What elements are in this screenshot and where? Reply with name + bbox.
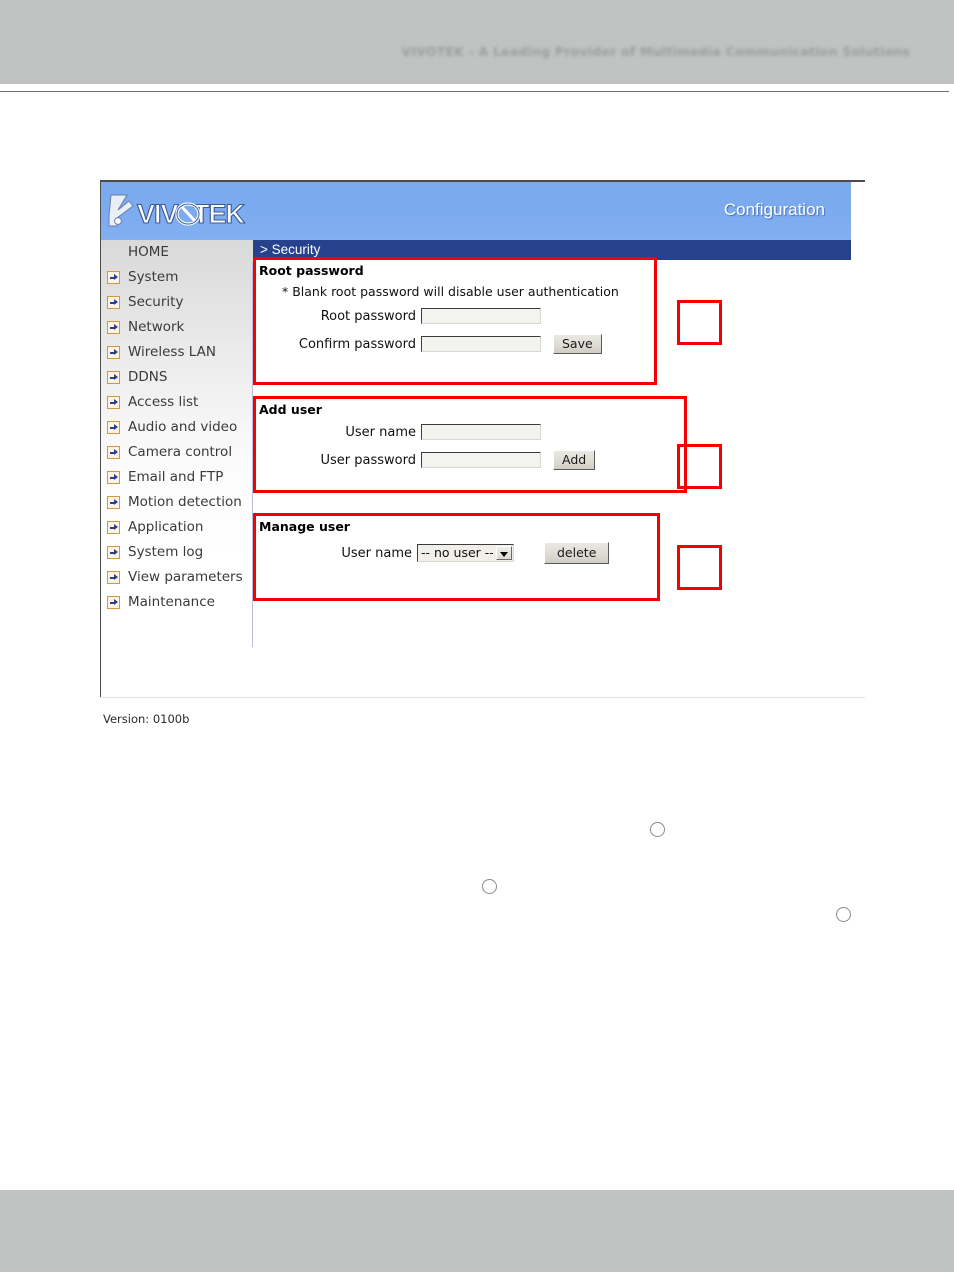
add-user-name-input[interactable] xyxy=(421,424,541,440)
sidebar-item-camera-control[interactable]: Camera control xyxy=(101,440,253,465)
arrow-right-icon xyxy=(107,596,120,609)
sidebar-item-wireless-lan[interactable]: Wireless LAN xyxy=(101,340,253,365)
page-top-band xyxy=(0,0,954,84)
svg-text:VIV: VIV xyxy=(137,199,179,229)
add-user-panel: Add user User name User password Add xyxy=(253,396,687,493)
ui-frame-bottom-border xyxy=(100,697,865,698)
sidebar-item-application[interactable]: Application xyxy=(101,515,253,540)
sidebar-item-view-parameters[interactable]: View parameters xyxy=(101,565,253,590)
sidebar-item-label: System log xyxy=(128,544,204,560)
arrow-right-icon xyxy=(107,471,120,484)
confirm-password-label: Confirm password xyxy=(298,336,416,352)
add-user-password-input[interactable] xyxy=(421,452,541,468)
banner-title: Configuration xyxy=(723,200,825,219)
add-user-password-label: User password xyxy=(320,452,416,468)
root-password-panel: Root password * Blank root password will… xyxy=(253,257,657,385)
add-user-name-row: User name xyxy=(336,424,541,440)
page-bottom-band xyxy=(0,1190,954,1272)
sidebar-item-access-list[interactable]: Access list xyxy=(101,390,253,415)
root-password-input[interactable] xyxy=(421,308,541,324)
root-password-heading: Root password xyxy=(259,263,364,278)
sidebar-item-label: DDNS xyxy=(128,369,168,385)
arrow-right-icon xyxy=(107,421,120,434)
sidebar-item-security[interactable]: Security xyxy=(101,290,253,315)
manage-user-selected-value: -- no user -- xyxy=(421,545,494,560)
sidebar-item-label: Motion detection xyxy=(128,494,242,510)
version-label: Version: 0100b xyxy=(103,712,190,726)
page-header-rule xyxy=(0,91,949,92)
annotation-circle-3 xyxy=(836,907,851,922)
save-button[interactable]: Save xyxy=(553,334,602,354)
sidebar-item-maintenance[interactable]: Maintenance xyxy=(101,590,253,615)
arrow-right-icon xyxy=(107,446,120,459)
arrow-right-icon xyxy=(107,396,120,409)
sidebar-item-label: View parameters xyxy=(128,569,243,585)
root-password-field-row: Root password xyxy=(306,308,541,324)
arrow-right-icon xyxy=(107,371,120,384)
sidebar-item-label: Wireless LAN xyxy=(128,344,216,360)
page-tagline: VIVOTEK - A Leading Provider of Multimed… xyxy=(401,44,910,59)
arrow-right-icon xyxy=(107,546,120,559)
sidebar-item-label: HOME xyxy=(128,244,169,260)
confirm-password-field-row: Confirm password Save xyxy=(290,334,602,354)
arrow-right-icon xyxy=(107,271,120,284)
sidebar-item-label: Security xyxy=(128,294,184,310)
sidebar-item-ddns[interactable]: DDNS xyxy=(101,365,253,390)
sidebar-item-label: Audio and video xyxy=(128,419,238,435)
add-user-password-row: User password Add xyxy=(320,450,596,470)
sidebar-item-label: Application xyxy=(128,519,204,535)
arrow-right-icon xyxy=(107,346,120,359)
annotation-circle-2 xyxy=(482,879,497,894)
manage-user-name-row: User name -- no user -- delete xyxy=(332,542,610,564)
svg-text:TEK: TEK xyxy=(193,199,246,229)
sidebar-item-system[interactable]: System xyxy=(101,265,253,290)
sidebar-item-network[interactable]: Network xyxy=(101,315,253,340)
add-user-name-label: User name xyxy=(345,424,416,440)
sidebar-item-label: Email and FTP xyxy=(128,469,224,485)
arrow-right-icon xyxy=(107,571,120,584)
annotation-box-root-password xyxy=(677,300,722,345)
sidebar-item-label: Maintenance xyxy=(128,594,215,610)
add-user-heading: Add user xyxy=(259,402,322,417)
manage-user-name-label: User name xyxy=(341,545,412,561)
annotation-box-add-user xyxy=(677,444,722,489)
arrow-right-icon xyxy=(107,521,120,534)
manage-user-select[interactable]: -- no user -- xyxy=(417,544,514,562)
camera-web-ui: VIV TEK Configuration > Security HOME Sy… xyxy=(100,180,865,726)
confirm-password-input[interactable] xyxy=(421,336,541,352)
sidebar-menu: HOME System Security Network Wireless LA… xyxy=(101,240,253,615)
sidebar-item-label: Network xyxy=(128,319,185,335)
arrow-right-icon xyxy=(107,321,120,334)
sidebar-item-system-log[interactable]: System log xyxy=(101,540,253,565)
sidebar-item-motion-detection[interactable]: Motion detection xyxy=(101,490,253,515)
vivotek-logo-icon: VIV TEK xyxy=(105,192,260,232)
add-user-button[interactable]: Add xyxy=(553,450,596,470)
sidebar-item-home[interactable]: HOME xyxy=(101,240,253,265)
annotation-circle-1 xyxy=(650,822,665,837)
sidebar-item-audio-and-video[interactable]: Audio and video xyxy=(101,415,253,440)
arrow-right-icon xyxy=(107,496,120,509)
sidebar-item-email-and-ftp[interactable]: Email and FTP xyxy=(101,465,253,490)
chevron-down-icon[interactable] xyxy=(496,546,512,560)
arrow-right-icon xyxy=(107,296,120,309)
root-password-label: Root password xyxy=(320,308,416,324)
sidebar-item-label: Access list xyxy=(128,394,199,410)
delete-user-button[interactable]: delete xyxy=(544,542,610,564)
manage-user-heading: Manage user xyxy=(259,519,350,534)
sidebar-item-label: System xyxy=(128,269,179,285)
sidebar-item-label: Camera control xyxy=(128,444,233,460)
root-password-note: * Blank root password will disable user … xyxy=(282,284,619,299)
annotation-box-manage-user xyxy=(677,545,722,590)
app-banner: VIV TEK Configuration xyxy=(101,182,851,240)
manage-user-panel: Manage user User name -- no user -- dele… xyxy=(253,513,660,601)
sidebar: HOME System Security Network Wireless LA… xyxy=(101,240,253,726)
